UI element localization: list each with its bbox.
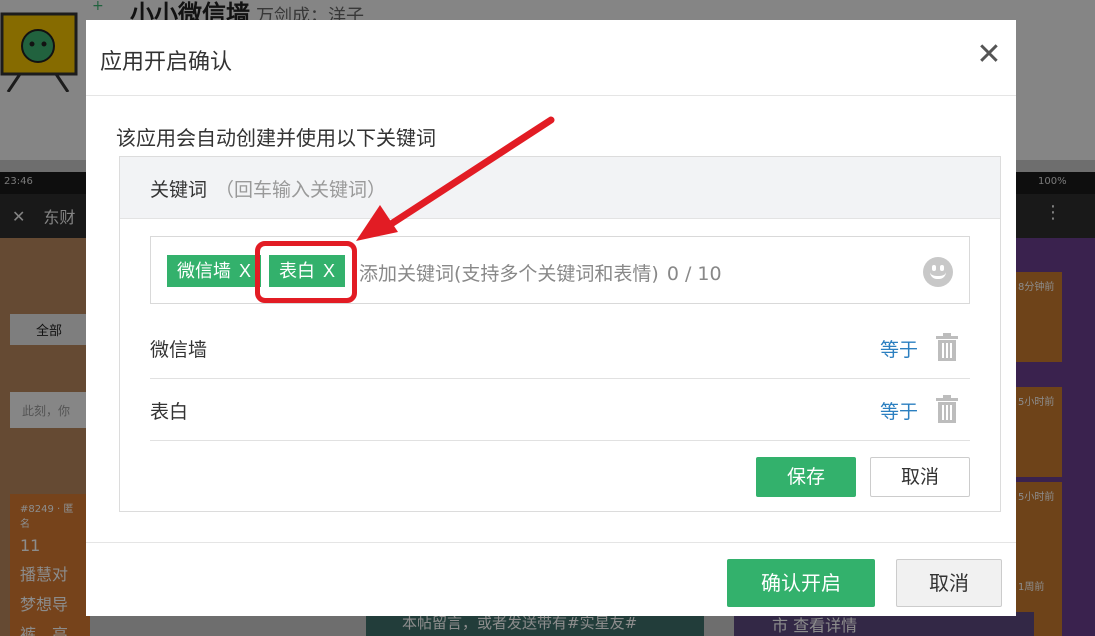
close-icon[interactable]: ✕ bbox=[974, 40, 1004, 70]
keyword-row: 表白 等于 bbox=[150, 379, 970, 441]
panel-cancel-button[interactable]: 取消 bbox=[870, 457, 970, 497]
match-type-link[interactable]: 等于 bbox=[880, 397, 918, 424]
keyword-input[interactable]: 添加关键词(支持多个关键词和表情) 0 / 10 bbox=[359, 259, 722, 286]
confirm-dialog: 应用开启确认 ✕ 该应用会自动创建并使用以下关键词 关键词 （回车输入关键词） 微… bbox=[86, 20, 1016, 616]
keyword-tag: 微信墙 X bbox=[167, 255, 262, 287]
confirm-enable-button[interactable]: 确认开启 bbox=[727, 559, 875, 607]
dialog-title: 应用开启确认 bbox=[100, 50, 233, 75]
save-button[interactable]: 保存 bbox=[756, 457, 856, 497]
match-type-link[interactable]: 等于 bbox=[880, 335, 918, 362]
dialog-header: 应用开启确认 ✕ bbox=[86, 20, 1016, 96]
dialog-cancel-button[interactable]: 取消 bbox=[896, 559, 1002, 607]
trash-icon[interactable] bbox=[936, 333, 958, 361]
annotation-highlight-box bbox=[255, 241, 357, 303]
trash-icon[interactable] bbox=[936, 395, 958, 423]
keyword-counter: 0 / 10 bbox=[666, 263, 722, 285]
emoji-icon[interactable] bbox=[923, 257, 953, 287]
dialog-description: 该应用会自动创建并使用以下关键词 bbox=[116, 126, 436, 150]
dialog-footer: 确认开启 取消 bbox=[86, 542, 1016, 616]
keyword-panel-header: 关键词 （回车输入关键词） bbox=[120, 157, 1000, 219]
remove-tag-button[interactable]: X bbox=[239, 261, 251, 281]
keyword-row: 微信墙 等于 bbox=[150, 317, 970, 379]
keyword-panel: 关键词 （回车输入关键词） 微信墙 X 表白 X 添加关键词(支持多个关键词和表情) 0… bbox=[119, 156, 1001, 512]
keyword-input-box[interactable]: 微信墙 X 表白 X 添加关键词(支持多个关键词和表情) 0 / 10 bbox=[150, 236, 970, 304]
